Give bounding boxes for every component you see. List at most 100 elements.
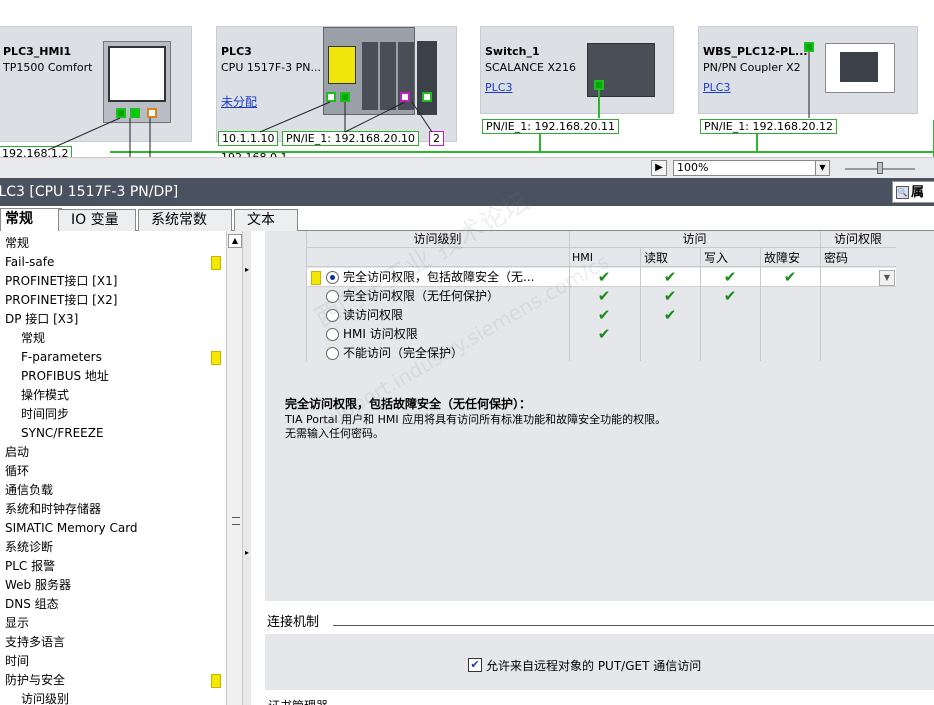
splitter[interactable]: [243, 231, 251, 705]
properties-icon: 🔍: [896, 186, 909, 199]
tree-item[interactable]: 系统诊断: [0, 538, 226, 557]
header-access: 访问: [682, 232, 707, 246]
header-access-level: 访问级别: [413, 232, 462, 246]
tree-item-label: 时间同步: [21, 407, 70, 421]
zoom-select[interactable]: 100% ▼: [673, 160, 830, 176]
splitter-arrow-icon[interactable]: ▸: [245, 548, 249, 557]
warning-marker-icon: [211, 351, 221, 365]
checkmark-icon: ✔: [663, 287, 677, 305]
tree-item-label: DNS 组态: [5, 597, 59, 611]
network-view[interactable]: PLC3_HMI1 TP1500 Comfort 192.168.1.2 PLC…: [0, 0, 934, 178]
col-sep: [760, 248, 761, 361]
tree-item-label: PROFIBUS 地址: [21, 369, 109, 383]
tree-item[interactable]: 时间: [0, 652, 226, 671]
tree-item[interactable]: 启动: [0, 443, 226, 462]
warning-marker-icon: [211, 256, 221, 270]
selected-row-marker: [311, 271, 321, 285]
tree-item-label: PLC 报警: [5, 559, 56, 573]
tree-item[interactable]: 操作模式: [0, 386, 226, 405]
tab-texts[interactable]: 文本: [234, 209, 298, 231]
tree-item[interactable]: 常规: [0, 329, 226, 348]
tree-item[interactable]: 常规: [0, 234, 226, 253]
access-level-radio[interactable]: [326, 309, 339, 322]
access-level-radio[interactable]: [326, 290, 339, 303]
tree-item[interactable]: 防护与安全: [0, 671, 226, 690]
tree-item[interactable]: 时间同步: [0, 405, 226, 424]
warning-marker-icon: [211, 674, 221, 688]
tree-item[interactable]: 显示: [0, 614, 226, 633]
chevron-down-icon[interactable]: ▼: [815, 161, 829, 175]
checkmark-icon: ✔: [597, 325, 611, 343]
tree-item-label: 系统和时钟存储器: [5, 502, 102, 516]
section-divider: [333, 625, 934, 626]
access-level-radio[interactable]: [326, 347, 339, 360]
password-dropdown-icon[interactable]: ▼: [879, 270, 895, 286]
tree-item[interactable]: PROFIBUS 地址: [0, 367, 226, 386]
table-subheader: [306, 248, 896, 267]
col-sep: [820, 231, 821, 361]
tree-item-label: 通信负载: [5, 483, 54, 497]
splitter-grip: [232, 517, 240, 525]
tree-item-label: Fail-safe: [5, 255, 55, 269]
tree-item-label: PROFINET接口 [X2]: [5, 293, 118, 307]
col-sep: [306, 231, 307, 361]
tree-item-label: 启动: [5, 445, 30, 459]
section-connection-mechanisms: 连接机制: [267, 615, 320, 630]
tree-item[interactable]: PLC 报警: [0, 557, 226, 576]
tree-scrollbar[interactable]: ▲: [226, 231, 243, 705]
checkmark-icon: ✔: [663, 306, 677, 324]
zoom-slider-thumb[interactable]: [877, 162, 883, 174]
navigation-tree: 常规 Fail-safe PROFINET接口 [X1] PROFINET接口 [X2…: [0, 231, 226, 705]
splitter-arrow-icon[interactable]: ▸: [245, 265, 249, 274]
access-level-label[interactable]: HMI 访问权限: [343, 325, 418, 344]
tree-item-label: 循环: [5, 464, 30, 478]
access-level-label[interactable]: 不能访问（完全保护）: [343, 344, 463, 363]
col-sep: [640, 248, 641, 361]
tree-item[interactable]: SYNC/FREEZE: [0, 424, 226, 443]
tree-item[interactable]: PROFINET接口 [X1]: [0, 272, 226, 291]
tree-item[interactable]: Fail-safe: [0, 253, 226, 272]
access-level-label[interactable]: 完全访问权限，包括故障安全（无...: [343, 268, 534, 287]
tree-item[interactable]: PROFINET接口 [X2]: [0, 291, 226, 310]
tree-item-label: 时间: [5, 654, 30, 668]
access-level-radio[interactable]: [326, 328, 339, 341]
network-toolbar: ▶ 100% ▼: [0, 157, 934, 178]
subheader-password: 密码: [824, 251, 849, 265]
access-level-radio[interactable]: [326, 271, 339, 284]
put-get-checkbox-label[interactable]: 允许来自远程对象的 PUT/GET 通信访问: [486, 658, 701, 674]
tree-item[interactable]: SIMATIC Memory Card: [0, 519, 226, 538]
tree-item[interactable]: 支持多语言: [0, 633, 226, 652]
checkmark-icon: ✔: [723, 287, 737, 305]
tree-item[interactable]: 访问级别: [0, 690, 226, 705]
tree-item[interactable]: DNS 组态: [0, 595, 226, 614]
checkmark-icon: ✔: [783, 268, 797, 286]
tree-item-label: DP 接口 [X3]: [5, 312, 79, 326]
tree-item[interactable]: 通信负载: [0, 481, 226, 500]
zoom-value: 100%: [677, 161, 709, 174]
access-level-label[interactable]: 完全访问权限（无任何保护）: [343, 287, 499, 306]
tree-item[interactable]: F-parameters: [0, 348, 226, 367]
tab-system-constants[interactable]: 系统常数: [138, 209, 232, 231]
tree-item[interactable]: 系统和时钟存储器: [0, 500, 226, 519]
tree-item-label: 操作模式: [21, 388, 70, 402]
access-level-label[interactable]: 读访问权限: [343, 306, 403, 325]
properties-tab[interactable]: 🔍 属性: [892, 181, 934, 222]
tree-item[interactable]: Web 服务器: [0, 576, 226, 595]
tree-item-label: SYNC/FREEZE: [21, 426, 104, 440]
tree-item-label: 防护与安全: [5, 673, 66, 687]
tab-general[interactable]: 常规: [0, 208, 62, 232]
description-title: 完全访问权限，包括故障安全（无任何保护）：: [285, 397, 532, 411]
put-get-checkbox[interactable]: ✔: [468, 658, 482, 672]
inspector-tabs: 常规 IO 变量 系统常数 文本: [0, 206, 934, 232]
tree-item[interactable]: 循环: [0, 462, 226, 481]
tree-item[interactable]: DP 接口 [X3]: [0, 310, 226, 329]
description-line-2: 无需输入任何密码。: [285, 427, 384, 440]
tree-item-label: 显示: [5, 616, 30, 630]
checkmark-icon: ✔: [723, 268, 737, 286]
scroll-up-icon[interactable]: ▲: [228, 234, 242, 248]
network-links: [47, 52, 934, 157]
checkmark-icon: ✔: [597, 287, 611, 305]
scroll-right-icon[interactable]: ▶: [651, 160, 667, 176]
inspector-title: PLC3 [CPU 1517F-3 PN/DP]: [0, 178, 934, 206]
tab-io-tags[interactable]: IO 变量: [58, 209, 136, 231]
